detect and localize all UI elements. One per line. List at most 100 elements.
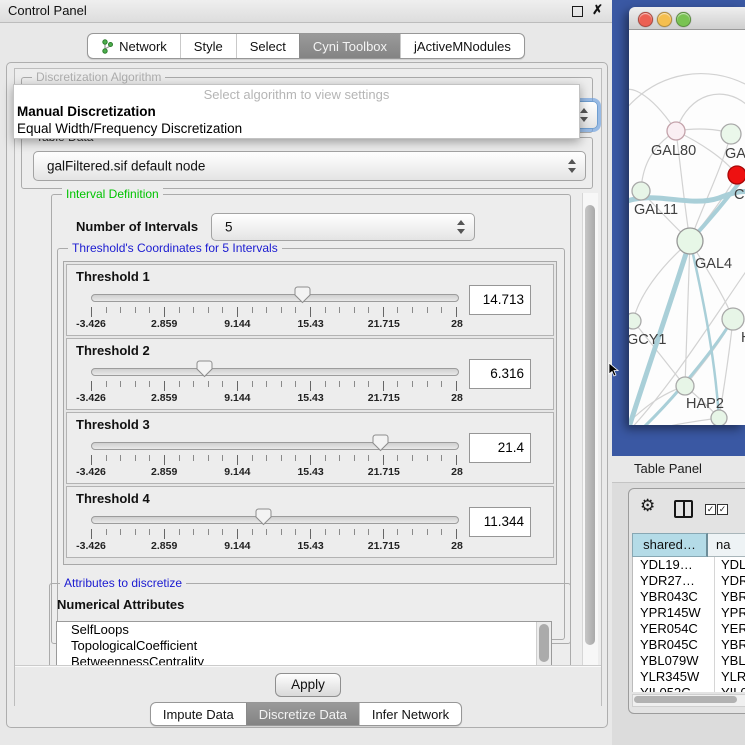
table-cell-name[interactable]: YIL0 [715,685,745,692]
table-row[interactable]: YER054CYER0 [633,621,745,637]
table-cell-name[interactable]: YBL0 [715,653,745,669]
table-cell-shared[interactable]: YIL052C [633,685,715,692]
columns-icon[interactable] [674,500,693,518]
network-canvas[interactable]: GAL80GACGAL11GAL4GCY1HHAP2 [629,30,745,425]
tick-mark [266,455,267,461]
minimize-traffic-light-icon[interactable] [657,12,672,27]
tick-mark [135,381,136,387]
table-cell-shared[interactable]: YBR045C [633,637,715,653]
network-node-hap2[interactable] [676,377,694,395]
table-row[interactable]: YDR27…YDR2 [633,573,745,589]
network-node-h[interactable] [722,308,744,330]
table-row[interactable]: YDL19…YDL1 [633,557,745,573]
threshold-row-1: Threshold 1-3.4262.8599.14415.4321.71528… [66,264,554,336]
column-header-name[interactable]: na [708,533,745,557]
tick-mark [149,381,150,387]
list-scrollbar[interactable] [536,622,551,666]
network-node-gcy1[interactable] [629,313,641,329]
table-row[interactable]: YBL079WYBL0 [633,653,745,669]
table-data-group: Table Data galFiltered.sif default node [21,137,593,189]
network-node-c[interactable] [728,166,745,184]
close-traffic-light-icon[interactable] [638,12,653,27]
slider-thumb[interactable] [196,360,213,378]
attribute-item-selfloops[interactable]: SelfLoops [57,622,551,638]
table-row[interactable]: YIL052CYIL0 [633,685,745,692]
network-node-gal4[interactable] [677,228,703,254]
dropdown-option-manual-discretization[interactable]: Manual Discretization [14,103,579,120]
table-cell-name[interactable]: YDR2 [715,573,745,589]
table-hscrollbar-thumb[interactable] [634,696,737,703]
slider-thumb[interactable] [294,286,311,304]
tab-network[interactable]: Network [88,34,180,58]
tick-mark [237,455,238,465]
slider-thumb[interactable] [372,434,389,452]
tab-discretize-data[interactable]: Discretize Data [246,703,359,725]
apply-button[interactable]: Apply [275,673,341,697]
tick-mark [149,529,150,535]
table-cell-shared[interactable]: YPR145W [633,605,715,621]
panel-scrollbar[interactable] [582,193,598,665]
table-cell-name[interactable]: YLR3 [715,669,745,685]
number-of-intervals-combo[interactable]: 5 [211,213,475,241]
table-cell-name[interactable]: YDL1 [715,557,745,573]
tab-cyni-toolbox[interactable]: Cyni Toolbox [299,34,400,58]
table-cell-shared[interactable]: YER054C [633,621,715,637]
float-icon[interactable] [572,6,583,17]
node-label: C [734,187,744,203]
tab-label: Discretize Data [259,707,347,722]
table-cell-shared[interactable]: YBL079W [633,653,715,669]
network-node-gal80[interactable] [667,122,685,140]
tick-mark [179,529,180,535]
network-node-gal11[interactable] [632,182,650,200]
threshold-value-input[interactable]: 14.713 [469,285,531,315]
table-cell-name[interactable]: YBR0 [715,589,745,605]
threshold-value-input[interactable]: 6.316 [469,359,531,389]
numerical-attributes-list[interactable]: SelfLoopsTopologicalCoefficientBetweenne… [56,621,552,667]
close-icon[interactable]: ✗ [592,2,603,18]
checkbox-icon[interactable]: ✓ [717,504,728,515]
tab-impute-data[interactable]: Impute Data [151,703,246,725]
table-row[interactable]: YLR345WYLR3 [633,669,745,685]
slider-track[interactable] [91,294,459,302]
table-cell-name[interactable]: YPR1 [715,605,745,621]
table-row[interactable]: YPR145WYPR1 [633,605,745,621]
table-cell-name[interactable]: YER0 [715,621,745,637]
checkbox-icon[interactable]: ✓ [705,504,716,515]
network-node[interactable] [711,410,727,425]
slider-track[interactable] [91,368,459,376]
tick-mark [266,381,267,387]
table-data-combo[interactable]: galFiltered.sif default node [33,151,586,181]
table-cell-shared[interactable]: YDR27… [633,573,715,589]
list-scrollbar-thumb[interactable] [539,624,549,662]
number-of-intervals-value: 5 [225,220,233,235]
slider-track[interactable] [91,516,459,524]
tab-jactivemnodules[interactable]: jActiveMNodules [400,34,524,58]
tick-mark [456,529,457,539]
table-cell-shared[interactable]: YBR043C [633,589,715,605]
tab-infer-network[interactable]: Infer Network [359,703,461,725]
table-row[interactable]: YBR045CYBR0 [633,637,745,653]
tick-label: 28 [451,540,463,552]
threshold-value-input[interactable]: 21.4 [469,433,531,463]
table-hscrollbar[interactable] [632,694,745,707]
tab-style[interactable]: Style [180,34,236,58]
table-cell-shared[interactable]: YLR345W [633,669,715,685]
zoom-traffic-light-icon[interactable] [676,12,691,27]
tick-mark [120,381,121,387]
gear-icon[interactable]: ⚙ [640,496,655,516]
tick-mark [325,381,326,387]
network-node-ga[interactable] [721,124,741,144]
threshold-value-input[interactable]: 11.344 [469,507,531,537]
table-cell-name[interactable]: YBR0 [715,637,745,653]
table-row[interactable]: YBR043CYBR0 [633,589,745,605]
tick-mark [339,529,340,535]
panel-scrollbar-thumb[interactable] [585,205,595,645]
slider-track[interactable] [91,442,459,450]
column-header-shared[interactable]: shared… [632,533,708,557]
table-cell-shared[interactable]: YDL19… [633,557,715,573]
dropdown-option-equal-width-frequency-discretization[interactable]: Equal Width/Frequency Discretization [14,120,579,137]
slider-thumb[interactable] [255,508,272,526]
threshold-row-3: Threshold 3-3.4262.8599.14415.4321.71528… [66,412,554,484]
tab-select[interactable]: Select [236,34,299,58]
attribute-item-topologicalcoefficient[interactable]: TopologicalCoefficient [57,638,551,654]
